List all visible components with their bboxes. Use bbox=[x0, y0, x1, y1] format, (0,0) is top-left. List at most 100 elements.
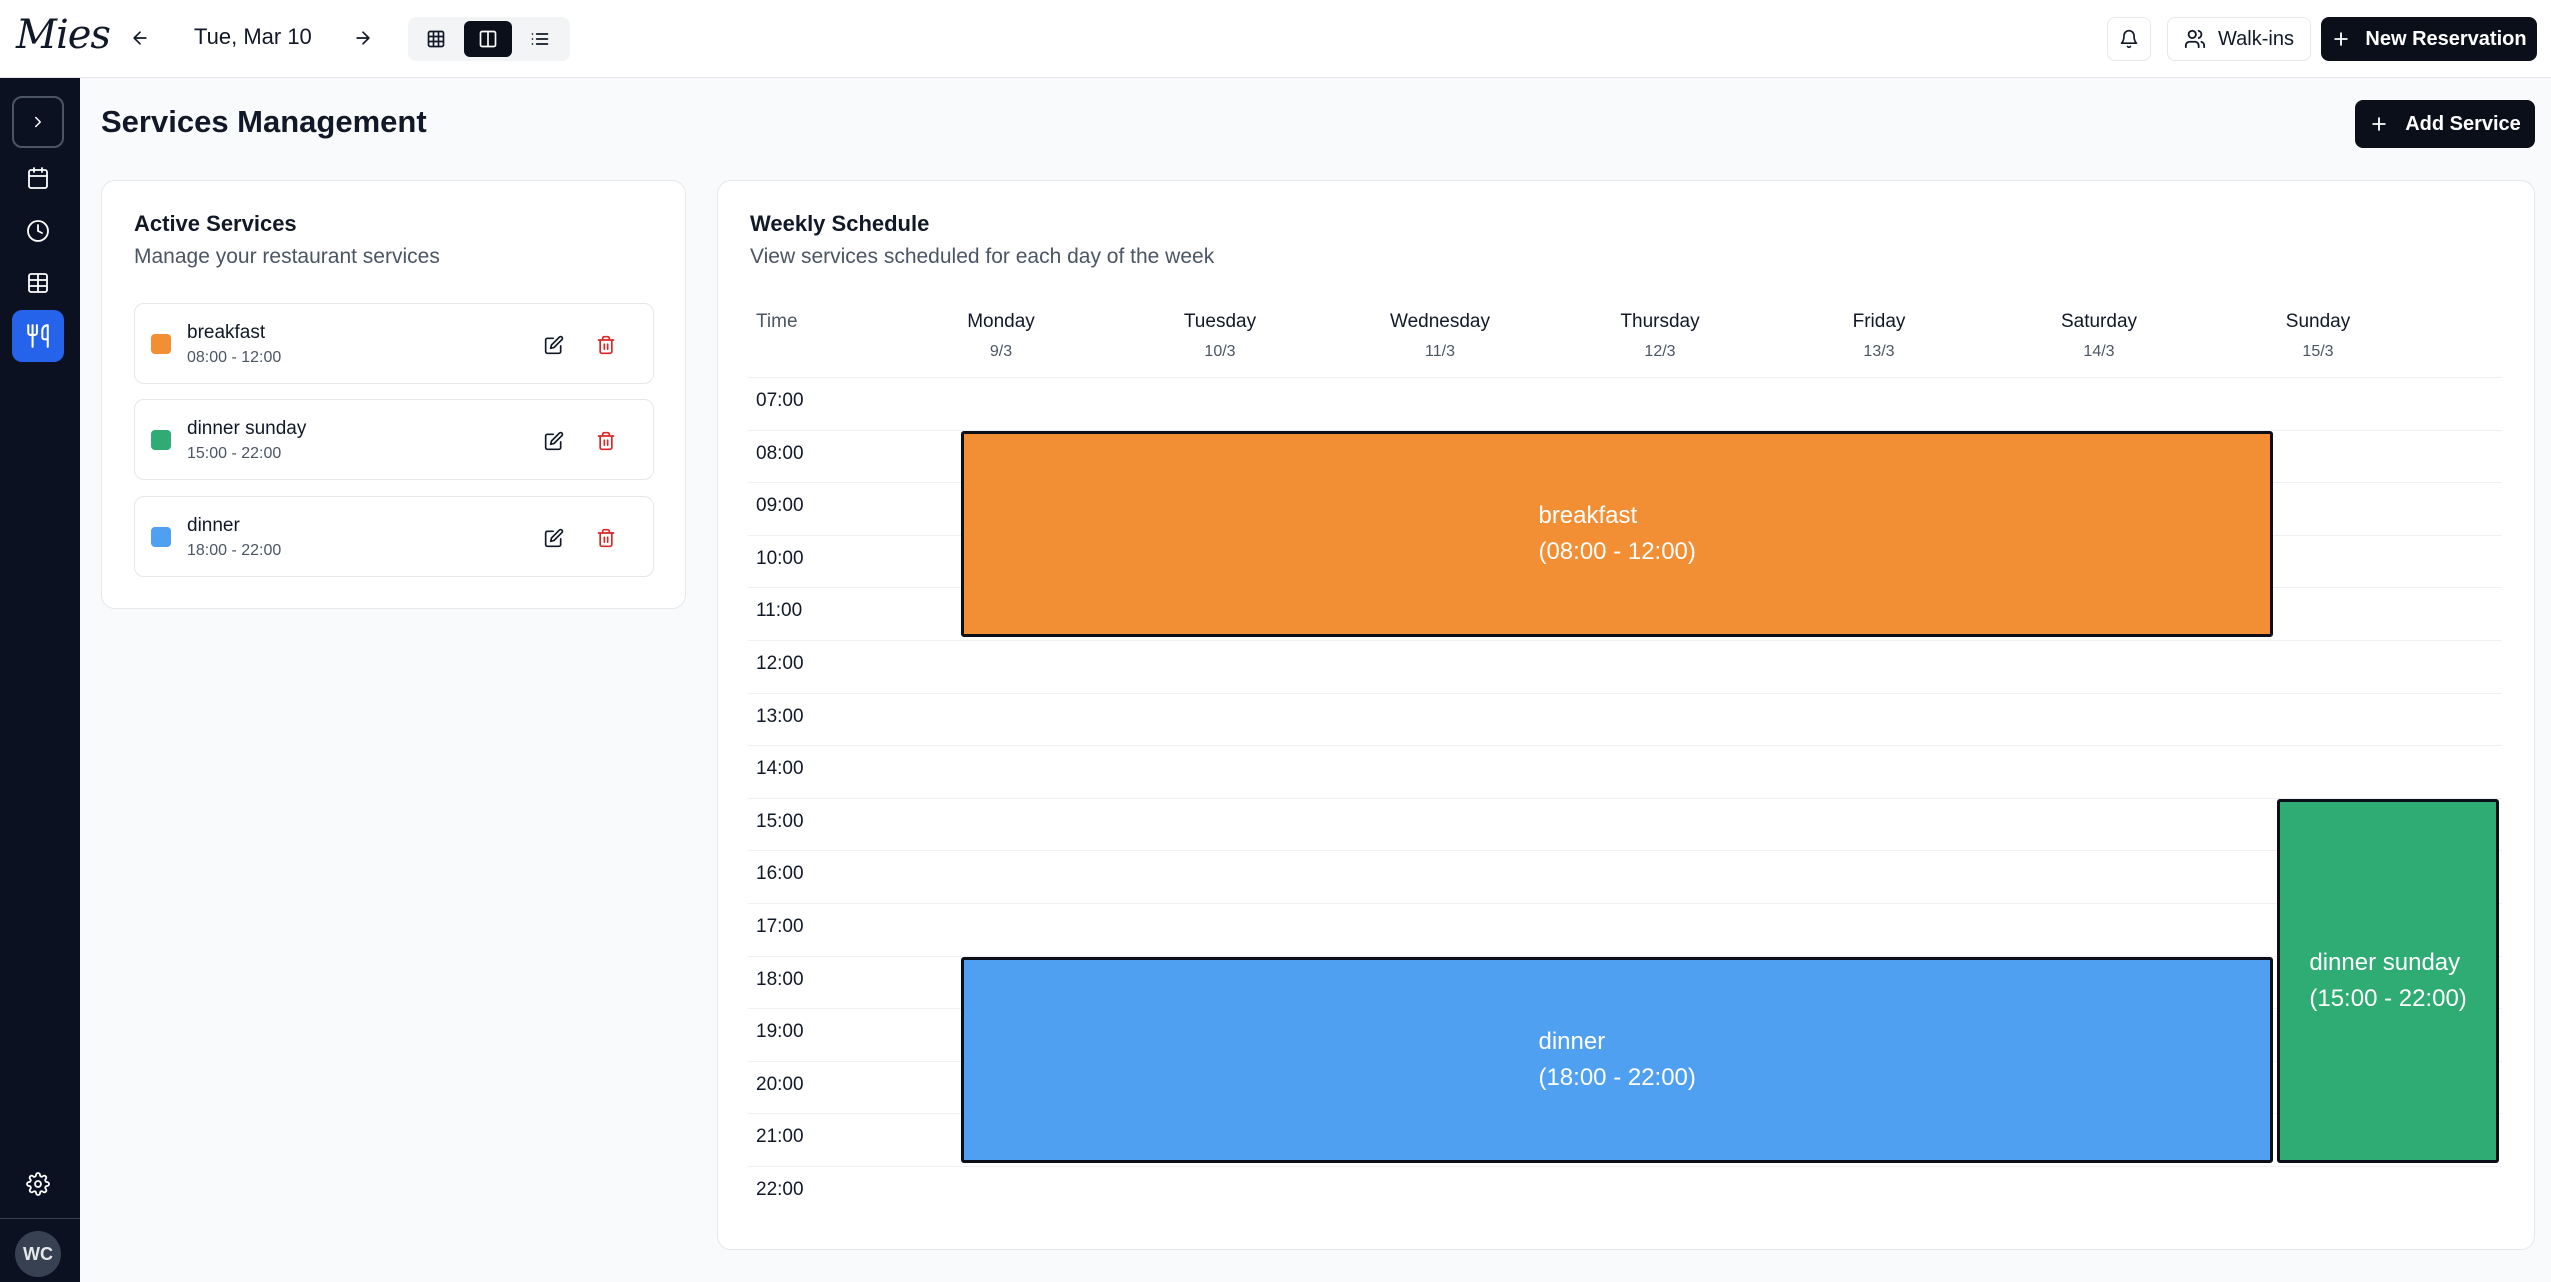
service-item-dinner: dinner 18:00 - 22:00 bbox=[134, 496, 654, 577]
day-header-tuesday: Tuesday 10/3 bbox=[1115, 311, 1325, 361]
delete-service-button[interactable] bbox=[589, 521, 623, 555]
service-item-breakfast: breakfast 08:00 - 12:00 bbox=[134, 303, 654, 384]
day-name: Tuesday bbox=[1183, 311, 1257, 332]
day-date: 10/3 bbox=[1204, 343, 1236, 360]
grid-line bbox=[748, 1166, 2502, 1167]
top-bar: Mies Tue, Mar 10 Walk-ins New Reservatio… bbox=[0, 0, 2551, 78]
grid-line bbox=[748, 640, 2502, 641]
day-date: 9/3 bbox=[989, 343, 1013, 360]
edit-icon bbox=[544, 335, 564, 355]
active-services-card: Active Services Manage your restaurant s… bbox=[101, 180, 686, 609]
service-time: 15:00 - 22:00 bbox=[187, 445, 282, 462]
weekly-schedule-subtitle: View services scheduled for each day of … bbox=[750, 245, 1215, 268]
service-item-dinner-sunday: dinner sunday 15:00 - 22:00 bbox=[134, 399, 654, 480]
day-name: Thursday bbox=[1620, 311, 1700, 332]
walk-ins-label: Walk-ins bbox=[2218, 27, 2294, 50]
service-name: dinner sunday bbox=[187, 418, 307, 439]
sidebar-item-services[interactable] bbox=[12, 310, 64, 362]
previous-day-button[interactable] bbox=[120, 18, 160, 58]
add-service-label: Add Service bbox=[2405, 112, 2521, 135]
active-services-subtitle: Manage your restaurant services bbox=[134, 245, 440, 268]
users-icon bbox=[2184, 29, 2206, 49]
day-name: Monday bbox=[967, 311, 1035, 332]
service-color-swatch bbox=[151, 527, 171, 547]
edit-service-button[interactable] bbox=[537, 328, 571, 362]
sidebar-item-calendar[interactable] bbox=[12, 152, 64, 204]
time-label: 19:00 bbox=[756, 1021, 804, 1043]
time-label: 12:00 bbox=[756, 653, 804, 674]
schedule-block-breakfast[interactable]: breakfast (08:00 - 12:00) bbox=[961, 430, 2274, 637]
new-reservation-button[interactable]: New Reservation bbox=[2321, 17, 2537, 61]
day-header-friday: Friday 13/3 bbox=[1774, 311, 1984, 361]
grid-line bbox=[748, 797, 2502, 799]
schedule-block-text: dinner (18:00 - 22:00) bbox=[1538, 1024, 1695, 1096]
day-name: Sunday bbox=[2285, 311, 2351, 332]
grid-line bbox=[748, 692, 2502, 694]
grid-line bbox=[748, 745, 2502, 747]
sidebar-divider bbox=[0, 1218, 80, 1219]
grid-icon bbox=[427, 30, 445, 48]
day-header-wednesday: Wednesday 11/3 bbox=[1335, 311, 1545, 361]
view-toggle bbox=[408, 17, 570, 61]
day-date: 13/3 bbox=[1863, 343, 1895, 360]
user-avatar[interactable]: WC bbox=[15, 1231, 61, 1277]
delete-service-button[interactable] bbox=[589, 424, 623, 458]
sidebar-expand-button[interactable] bbox=[12, 96, 64, 148]
edit-service-button[interactable] bbox=[537, 521, 571, 555]
day-header-thursday: Thursday 12/3 bbox=[1555, 311, 1765, 361]
edit-icon bbox=[544, 528, 564, 548]
grid-view-button[interactable] bbox=[412, 21, 460, 57]
gear-icon bbox=[26, 1172, 50, 1196]
walk-ins-button[interactable]: Walk-ins bbox=[2167, 17, 2311, 61]
service-name: dinner bbox=[187, 515, 240, 536]
plus-icon bbox=[2334, 32, 2349, 46]
schedule-block-name: breakfast bbox=[1538, 501, 1638, 529]
delete-service-button[interactable] bbox=[589, 328, 623, 362]
day-date: 15/3 bbox=[2302, 343, 2334, 360]
add-service-button[interactable]: Add Service bbox=[2355, 100, 2535, 148]
weekly-schedule-card: Weekly Schedule View services scheduled … bbox=[717, 180, 2535, 1250]
sidebar-item-tables[interactable] bbox=[12, 257, 64, 309]
list-view-button[interactable] bbox=[516, 21, 564, 57]
new-reservation-label: New Reservation bbox=[2365, 27, 2527, 50]
day-header-monday: Monday 9/3 bbox=[896, 311, 1106, 361]
service-name: breakfast bbox=[187, 322, 266, 343]
clock-icon bbox=[27, 220, 49, 242]
time-label: 16:00 bbox=[756, 863, 804, 885]
time-label: 22:00 bbox=[756, 1179, 804, 1200]
time-label: 21:00 bbox=[756, 1126, 804, 1148]
time-label: 11:00 bbox=[756, 600, 803, 622]
schedule-block-text: dinner sunday (15:00 - 22:00) bbox=[2309, 945, 2466, 1017]
grid-line bbox=[748, 903, 2502, 904]
time-label: 18:00 bbox=[756, 968, 804, 990]
notifications-button[interactable] bbox=[2107, 17, 2151, 61]
edit-service-button[interactable] bbox=[537, 424, 571, 458]
current-date[interactable]: Tue, Mar 10 bbox=[194, 24, 312, 50]
service-color-swatch bbox=[151, 430, 171, 450]
service-color-swatch bbox=[151, 334, 171, 354]
day-header-saturday: Saturday 14/3 bbox=[1994, 311, 2204, 361]
time-column-header: Time bbox=[756, 311, 798, 332]
split-view-button[interactable] bbox=[464, 21, 512, 57]
edit-icon bbox=[544, 431, 564, 451]
schedule-block-dinner[interactable]: dinner (18:00 - 22:00) bbox=[961, 956, 2274, 1163]
sidebar-item-settings[interactable] bbox=[12, 1158, 64, 1210]
service-time: 08:00 - 12:00 bbox=[187, 349, 282, 366]
time-label: 13:00 bbox=[756, 705, 804, 727]
plus-icon bbox=[2372, 117, 2386, 131]
time-label: 08:00 bbox=[756, 442, 804, 464]
sidebar-item-history[interactable] bbox=[12, 205, 64, 257]
page-title: Services Management bbox=[101, 104, 427, 139]
arrow-left-icon bbox=[133, 31, 147, 45]
grid-line bbox=[748, 850, 2502, 852]
time-label: 20:00 bbox=[756, 1073, 804, 1095]
app-logo[interactable]: Mies bbox=[16, 12, 111, 58]
schedule-block-dinner-sunday[interactable]: dinner sunday (15:00 - 22:00) bbox=[2277, 798, 2499, 1163]
time-label: 07:00 bbox=[756, 390, 804, 411]
service-time: 18:00 - 22:00 bbox=[187, 542, 282, 559]
trash-icon bbox=[597, 335, 615, 355]
day-name: Wednesday bbox=[1390, 311, 1490, 332]
next-day-button[interactable] bbox=[343, 18, 383, 58]
list-icon bbox=[531, 33, 549, 45]
schedule-block-range: (08:00 - 12:00) bbox=[1538, 537, 1696, 565]
